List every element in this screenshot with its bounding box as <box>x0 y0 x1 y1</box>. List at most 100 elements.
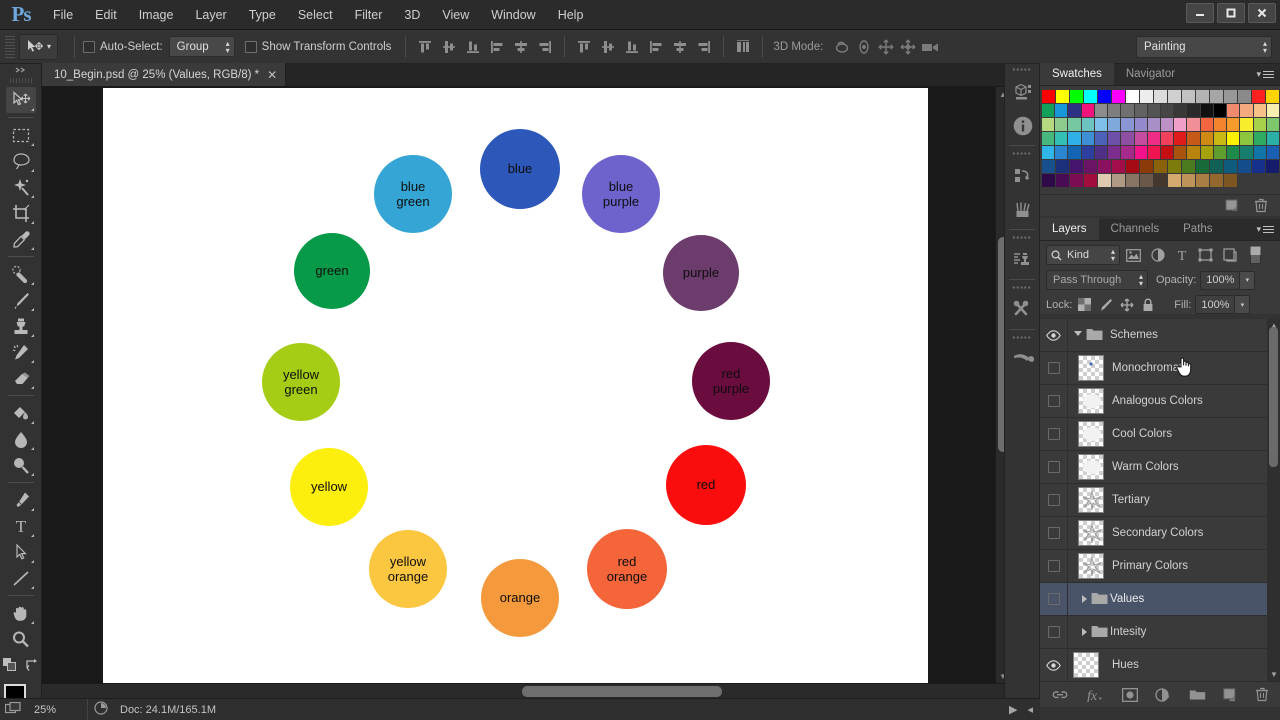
color-swatch[interactable] <box>1253 118 1266 131</box>
color-swatch[interactable] <box>1094 132 1108 145</box>
color-swatch[interactable] <box>1098 174 1111 187</box>
line-tool[interactable] <box>6 565 36 591</box>
align-vertical-centers-button[interactable] <box>438 36 460 58</box>
blur-tool[interactable] <box>6 426 36 452</box>
color-swatch[interactable] <box>1196 174 1209 187</box>
color-swatch[interactable] <box>1168 160 1181 173</box>
layer-row[interactable]: Monochromatic <box>1040 351 1280 385</box>
color-swatch[interactable] <box>1147 146 1160 159</box>
tab-paths[interactable]: Paths <box>1171 218 1224 240</box>
color-bubble-yellow[interactable]: yellow <box>290 448 368 526</box>
new-swatch-icon[interactable] <box>1225 198 1240 213</box>
layers-scrollbar-thumb[interactable] <box>1269 327 1278 467</box>
filter-shape-layers-icon[interactable] <box>1195 245 1216 265</box>
color-swatch[interactable] <box>1266 160 1279 173</box>
layer-thumbnail[interactable] <box>1068 520 1104 546</box>
pen-tool[interactable] <box>6 487 36 513</box>
align-left-edges-button[interactable] <box>486 36 508 58</box>
color-swatch[interactable] <box>1154 160 1167 173</box>
options-bar-grip[interactable] <box>5 35 15 58</box>
color-swatch[interactable] <box>1042 90 1055 103</box>
artboard[interactable]: blue blue green blue purple green purple yellow… <box>103 88 928 698</box>
color-swatch[interactable] <box>1094 146 1108 159</box>
roll-3d-object-icon[interactable] <box>853 37 875 57</box>
delete-layer-icon[interactable] <box>1255 687 1269 702</box>
lock-all-icon[interactable] <box>1139 296 1156 313</box>
color-swatch[interactable] <box>1224 174 1237 187</box>
color-swatch[interactable] <box>1081 132 1094 145</box>
layer-thumbnail[interactable] <box>1068 487 1104 513</box>
color-swatch[interactable] <box>1224 160 1237 173</box>
gradient-tool[interactable] <box>6 400 36 426</box>
color-swatch[interactable] <box>1252 160 1265 173</box>
dock-grip[interactable]: ▪▪▪▪▪ <box>1005 64 1039 75</box>
color-swatch[interactable] <box>1174 146 1187 159</box>
layers-list[interactable]: Schemes Monochromatic Analogous Colors Cool… <box>1040 319 1280 681</box>
color-swatch[interactable] <box>1182 174 1195 187</box>
color-swatch[interactable] <box>1213 118 1227 131</box>
move-tool[interactable] <box>5 87 36 113</box>
color-swatch[interactable] <box>1266 104 1279 117</box>
menu-type[interactable]: Type <box>238 0 287 30</box>
color-swatch[interactable] <box>1121 118 1134 131</box>
color-swatch[interactable] <box>1042 174 1055 187</box>
color-swatch[interactable] <box>1252 90 1265 103</box>
color-swatch[interactable] <box>1266 118 1279 131</box>
path-selection-tool[interactable] <box>6 539 36 565</box>
color-swatch[interactable] <box>1238 90 1251 103</box>
layer-name[interactable]: Values <box>1104 593 1144 605</box>
menu-select[interactable]: Select <box>287 0 344 30</box>
color-bubble-red-orange[interactable]: red orange <box>587 529 667 609</box>
color-swatch[interactable] <box>1070 90 1083 103</box>
delete-swatch-icon[interactable] <box>1254 198 1268 213</box>
add-layer-style-icon[interactable]: fx <box>1085 688 1105 702</box>
color-bubble-purple[interactable]: purple <box>663 235 739 311</box>
group-disclosure[interactable] <box>1068 624 1108 641</box>
spot-healing-brush-tool[interactable] <box>6 261 36 287</box>
history-panel-icon[interactable] <box>1005 159 1041 193</box>
color-swatch[interactable] <box>1081 104 1094 117</box>
color-swatch[interactable] <box>1187 104 1200 117</box>
color-swatch[interactable] <box>1070 174 1083 187</box>
color-swatch[interactable] <box>1160 132 1174 145</box>
color-swatch[interactable] <box>1112 160 1125 173</box>
color-swatch[interactable] <box>1168 90 1181 103</box>
eyedropper-tool[interactable] <box>6 226 36 252</box>
color-swatch[interactable] <box>1098 160 1111 173</box>
distribute-bottom-edges-button[interactable] <box>621 36 643 58</box>
color-swatch[interactable] <box>1253 146 1266 159</box>
layer-thumbnail[interactable] <box>1068 454 1104 480</box>
tab-layers[interactable]: Layers <box>1040 218 1099 240</box>
color-swatch[interactable] <box>1134 146 1147 159</box>
maximize-button[interactable] <box>1217 3 1245 23</box>
color-swatch[interactable] <box>1108 146 1121 159</box>
color-swatch[interactable] <box>1210 160 1223 173</box>
eraser-tool[interactable] <box>6 365 36 391</box>
tab-navigator[interactable]: Navigator <box>1114 63 1187 85</box>
color-swatch[interactable] <box>1168 174 1181 187</box>
color-swatch[interactable] <box>1134 118 1147 131</box>
color-swatch[interactable] <box>1081 118 1094 131</box>
color-swatch[interactable] <box>1224 90 1237 103</box>
new-group-icon[interactable] <box>1189 688 1206 701</box>
tools-panel-drag-handle[interactable] <box>9 78 32 83</box>
zoom-tool[interactable] <box>6 626 36 652</box>
close-button[interactable] <box>1248 3 1276 23</box>
dock-grip[interactable]: ▪▪▪▪▪ <box>1005 332 1039 343</box>
color-swatch[interactable] <box>1068 104 1081 117</box>
tool-presets-panel-icon[interactable] <box>1005 293 1041 327</box>
menu-window[interactable]: Window <box>480 0 546 30</box>
color-swatch[interactable] <box>1126 90 1139 103</box>
workspace-switcher[interactable]: Painting ▴ ▾ <box>1136 35 1272 58</box>
color-swatch[interactable] <box>1140 160 1153 173</box>
slide-3d-object-icon[interactable] <box>897 37 919 57</box>
layer-row[interactable]: Primary Colors <box>1040 549 1280 583</box>
layer-row[interactable]: Analogous Colors <box>1040 384 1280 418</box>
fill-slider-chevron-icon[interactable]: ▾ <box>1235 295 1251 314</box>
horizontal-type-tool[interactable]: T <box>6 513 36 539</box>
color-swatch[interactable] <box>1160 118 1174 131</box>
clone-stamp-tool[interactable] <box>6 313 36 339</box>
color-swatch[interactable] <box>1055 146 1068 159</box>
color-swatch[interactable] <box>1084 160 1097 173</box>
color-swatch[interactable] <box>1160 146 1174 159</box>
